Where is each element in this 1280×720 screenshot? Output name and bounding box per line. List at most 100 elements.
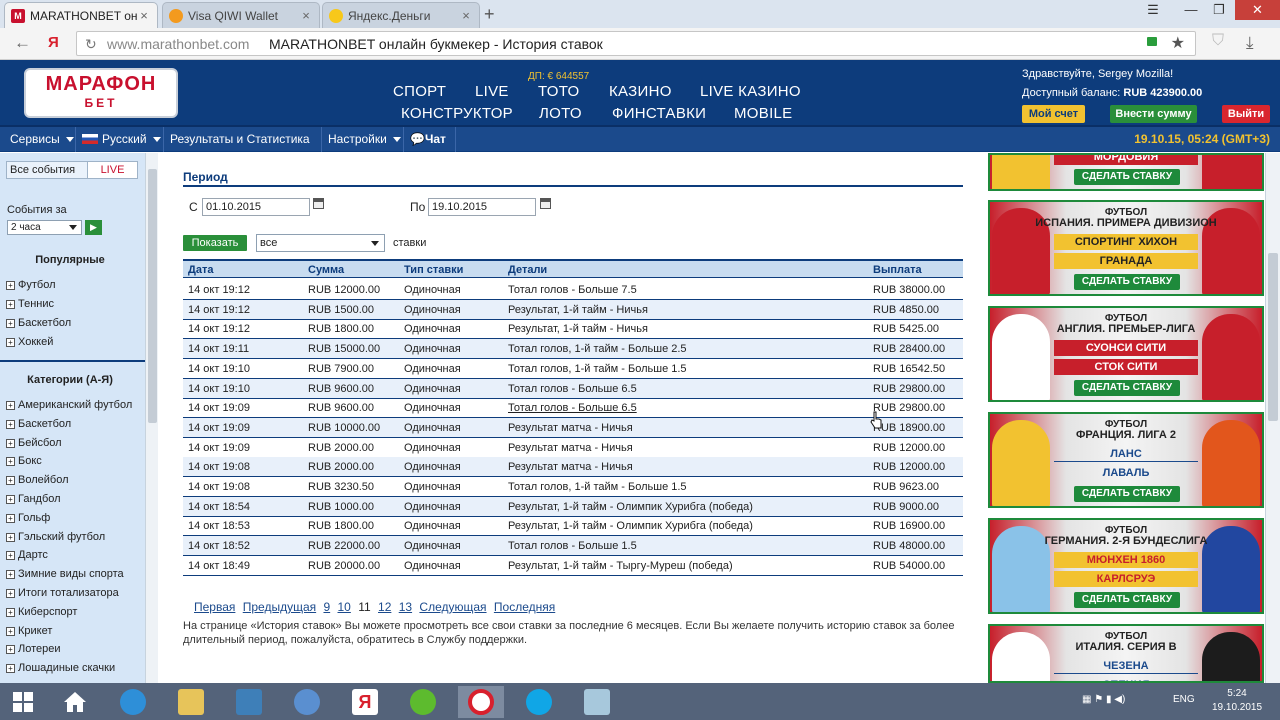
- menu-sport[interactable]: СПОРТ: [393, 83, 446, 100]
- promo-banner[interactable]: ФУТБОЛ ФРАНЦИЯ. ЛИГА 2 ЛАНС ЛАВАЛЬ СДЕЛАТЬ С…: [988, 412, 1264, 508]
- make-bet-button[interactable]: СДЕЛАТЬ СТАВКУ: [1074, 592, 1180, 608]
- sidebar-item-category[interactable]: + Американский футбол: [6, 399, 132, 411]
- calendar-icon[interactable]: [540, 198, 551, 209]
- sidebar-item-popular[interactable]: + Футбол: [6, 279, 56, 291]
- sidebar-item-popular[interactable]: + Теннис: [6, 298, 54, 310]
- table-row[interactable]: 14 окт 18:49 RUB 20000.00 Одиночная Результ…: [183, 556, 963, 576]
- page-13[interactable]: 13: [399, 600, 412, 614]
- tray-icons[interactable]: ▦ ⚑ ▮ ◀): [1082, 694, 1125, 705]
- promo-banner[interactable]: ФУТБОЛ АНГЛИЯ. ПРЕМЬЕР-ЛИГА СУОНСИ СИТИ СТО…: [988, 306, 1264, 402]
- windows-start-icon[interactable]: [0, 686, 46, 718]
- deposit-button[interactable]: Внести сумму: [1110, 105, 1197, 123]
- skype-icon[interactable]: [516, 686, 562, 718]
- sidebar-item-category[interactable]: + Лошадиные скачки: [6, 662, 115, 674]
- to-date-input[interactable]: 19.10.2015: [428, 198, 536, 216]
- taskbar-clock[interactable]: 5:24 19.10.2015: [1212, 687, 1262, 715]
- reload-icon[interactable]: ↻: [85, 36, 97, 53]
- yandex-icon[interactable]: Я: [48, 34, 59, 51]
- menu-live-casino[interactable]: LIVE КАЗИНО: [700, 83, 801, 100]
- sidebar-item-popular[interactable]: + Хоккей: [6, 336, 53, 348]
- window-close-button[interactable]: ✕: [1235, 0, 1280, 20]
- downloads-icon[interactable]: ⤓: [1246, 33, 1254, 53]
- menu-finstavki[interactable]: ФИНСТАВКИ: [612, 105, 706, 122]
- menu-loto[interactable]: ЛОТО: [539, 105, 582, 122]
- new-tab-button[interactable]: +: [484, 4, 495, 25]
- table-row[interactable]: 14 окт 19:08 RUB 3230.50 Одиночная Тотал го…: [183, 477, 963, 497]
- make-bet-button[interactable]: СДЕЛАТЬ СТАВКУ: [1074, 486, 1180, 502]
- table-row[interactable]: 14 окт 19:09 RUB 10000.00 Одиночная Результ…: [183, 417, 963, 438]
- page-10[interactable]: 10: [338, 600, 351, 614]
- sidebar-item-category[interactable]: + Волейбол: [6, 474, 69, 486]
- bookmark-star-icon[interactable]: ★: [1171, 33, 1185, 53]
- back-arrow-icon[interactable]: ←: [14, 33, 31, 53]
- table-row[interactable]: 14 окт 19:10 RUB 9600.00 Одиночная Тотал го…: [183, 378, 963, 399]
- nav-results-stats[interactable]: Результаты и Статистика: [164, 127, 322, 168]
- sidebar-item-popular[interactable]: + Баскетбол: [6, 317, 71, 329]
- browser-tab-marathonbet[interactable]: M MARATHONBET онла ×: [4, 2, 158, 28]
- sidebar-item-category[interactable]: + Баскетбол: [6, 418, 71, 430]
- maximize-icon[interactable]: ❐: [1206, 2, 1232, 18]
- my-account-button[interactable]: Мой счет: [1022, 105, 1085, 123]
- promo-banner[interactable]: ФУТБОЛ ИСПАНИЯ. ПРИМЕРА ДИВИЗИОН СПОРТИНГ …: [988, 200, 1264, 296]
- sidebar-scrollbar[interactable]: [145, 153, 158, 683]
- make-bet-button[interactable]: СДЕЛАТЬ СТАВКУ: [1074, 274, 1180, 290]
- promo-banner[interactable]: МОРДОВИЯ СДЕЛАТЬ СТАВКУ: [988, 153, 1264, 191]
- notes-icon[interactable]: [574, 686, 620, 718]
- computer-icon[interactable]: [226, 686, 272, 718]
- nav-services[interactable]: Сервисы: [0, 127, 76, 152]
- sidebar-item-category[interactable]: + Дартс: [6, 549, 48, 561]
- page-prev[interactable]: Предыдущая: [243, 600, 316, 614]
- internet-explorer-icon[interactable]: [110, 686, 156, 718]
- protect-shield-icon[interactable]: ⛉: [1212, 32, 1224, 50]
- tab-live[interactable]: LIVE: [87, 162, 137, 178]
- from-date-input[interactable]: 01.10.2015: [202, 198, 310, 216]
- sidebar-scroll-thumb[interactable]: [148, 169, 157, 423]
- browser-tab-yandex-money[interactable]: Яндекс.Деньги ×: [322, 2, 480, 28]
- page-last[interactable]: Последняя: [494, 600, 555, 614]
- address-input[interactable]: ↻ www.marathonbet.com MARATHONBET онлайн…: [76, 31, 1196, 56]
- menu-mobile[interactable]: MOBILE: [734, 105, 792, 122]
- bet-type-select[interactable]: все: [256, 234, 385, 252]
- file-explorer-icon[interactable]: [168, 686, 214, 718]
- period-select[interactable]: 2 часа: [7, 220, 82, 235]
- sidebar-item-category[interactable]: + Крикет: [6, 625, 52, 637]
- sidebar-item-category[interactable]: + Зимние виды спорта: [6, 568, 124, 580]
- table-row[interactable]: 14 окт 19:12 RUB 1500.00 Одиночная Результа…: [183, 299, 963, 320]
- make-bet-button[interactable]: СДЕЛАТЬ СТАВКУ: [1074, 169, 1180, 185]
- menu-live[interactable]: LIVE: [475, 83, 509, 100]
- sidebar-item-category[interactable]: + Лотереи: [6, 643, 61, 655]
- show-button[interactable]: Показать: [183, 235, 247, 251]
- table-row[interactable]: 14 окт 19:09 RUB 9600.00 Одиночная Тотал го…: [183, 398, 963, 419]
- sidebar-item-category[interactable]: + Гэльский футбол: [6, 531, 105, 543]
- make-bet-button[interactable]: СДЕЛАТЬ СТАВКУ: [1074, 380, 1180, 396]
- sidebar-item-category[interactable]: + Гандбол: [6, 493, 61, 505]
- table-row[interactable]: 14 окт 19:08 RUB 2000.00 Одиночная Результа…: [183, 457, 963, 478]
- close-tab-icon[interactable]: ×: [459, 8, 473, 23]
- home-icon[interactable]: [52, 686, 98, 718]
- table-row[interactable]: 14 окт 19:09 RUB 2000.00 Одиночная Результа…: [183, 438, 963, 458]
- promo-banner[interactable]: ФУТБОЛ ГЕРМАНИЯ. 2-Я БУНДЕСЛИГА МЮНХЕН 186…: [988, 518, 1264, 614]
- media-player-icon[interactable]: [284, 686, 330, 718]
- table-row[interactable]: 14 окт 19:10 RUB 7900.00 Одиночная Тотал го…: [183, 359, 963, 379]
- nav-settings[interactable]: Настройки: [322, 127, 404, 152]
- menu-casino[interactable]: КАЗИНО: [609, 83, 672, 100]
- close-tab-icon[interactable]: ×: [137, 8, 151, 23]
- calendar-icon[interactable]: [313, 198, 324, 209]
- menu-icon[interactable]: ☰: [1140, 2, 1166, 18]
- nav-chat[interactable]: 💬Чат: [404, 127, 456, 152]
- page-next[interactable]: Следующая: [419, 600, 486, 614]
- page-scroll-thumb[interactable]: [1268, 253, 1278, 421]
- sidebar-item-category[interactable]: + Гольф: [6, 512, 50, 524]
- page-scrollbar[interactable]: [1265, 153, 1280, 683]
- logout-button[interactable]: Выйти: [1222, 105, 1270, 123]
- table-row[interactable]: 14 окт 18:54 RUB 1000.00 Одиночная Результа…: [183, 496, 963, 517]
- browser-tab-qiwi[interactable]: Visa QIWI Wallet ×: [162, 2, 320, 28]
- yandex-browser-icon[interactable]: Я: [342, 686, 388, 718]
- page-12[interactable]: 12: [378, 600, 391, 614]
- close-tab-icon[interactable]: ×: [299, 8, 313, 23]
- sidebar-item-category[interactable]: + Итоги тотализатора: [6, 587, 119, 599]
- page-first[interactable]: Первая: [194, 600, 235, 614]
- page-9[interactable]: 9: [323, 600, 330, 614]
- yandex-active-icon[interactable]: [458, 686, 504, 718]
- nav-language[interactable]: Русский: [76, 127, 164, 152]
